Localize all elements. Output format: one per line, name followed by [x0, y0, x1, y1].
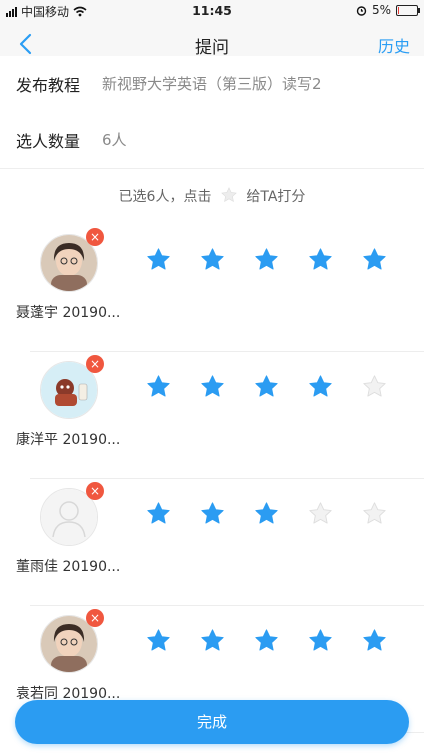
battery-percent: 5% — [371, 3, 391, 17]
battery-icon — [396, 4, 420, 16]
student-avatar: × — [40, 609, 104, 673]
rating-hint: 已选6人，点击 给TA打分 — [0, 186, 424, 206]
star-filled-icon[interactable] — [253, 246, 280, 273]
star-outline-icon — [221, 187, 237, 202]
remove-student-icon[interactable]: × — [86, 482, 104, 500]
student-name: 董雨佳 20190... — [16, 559, 121, 575]
star-filled-icon[interactable] — [253, 500, 280, 527]
star-filled-icon[interactable] — [361, 246, 388, 273]
done-button[interactable]: 完成 — [15, 700, 409, 744]
selection-value: 6人 — [102, 131, 127, 149]
page-title: 提问 — [195, 38, 229, 58]
star-filled-icon[interactable] — [307, 627, 334, 654]
star-empty-icon[interactable] — [361, 500, 388, 527]
status-bar: 中国移动 11:45 5% — [0, 0, 424, 22]
history-button[interactable]: 历史 — [378, 33, 410, 57]
rating-stars — [145, 627, 388, 654]
hint-text-before: 已选6人，点击 — [118, 189, 212, 205]
star-filled-icon[interactable] — [145, 246, 172, 273]
student-avatar: × — [40, 482, 104, 546]
course-row: 发布教程 新视野大学英语（第三版）读写2 — [0, 56, 424, 113]
rating-stars — [145, 500, 388, 527]
student-avatar: × — [40, 355, 104, 419]
student-avatar: × — [40, 228, 104, 292]
star-filled-icon[interactable] — [199, 627, 226, 654]
row-divider — [30, 478, 424, 479]
battery-fill — [398, 6, 399, 14]
row-divider — [30, 605, 424, 606]
remove-student-icon[interactable]: × — [86, 609, 104, 627]
student-name: 聂蓬宇 20190... — [16, 305, 121, 321]
student-row: × 董雨佳 20190... — [0, 480, 424, 606]
star-empty-icon[interactable] — [307, 500, 334, 527]
student-row: × 康洋平 20190... — [0, 353, 424, 479]
rating-stars — [145, 246, 388, 273]
selection-row: 选人数量 6人 — [0, 112, 424, 169]
star-empty-icon[interactable] — [361, 373, 388, 400]
course-value: 新视野大学英语（第三版）读写2 — [102, 75, 322, 93]
rating-stars — [145, 373, 388, 400]
star-filled-icon[interactable] — [145, 627, 172, 654]
star-filled-icon[interactable] — [361, 627, 388, 654]
student-row: × 聂蓬宇 20190... — [0, 226, 424, 352]
status-right: 5% — [356, 3, 420, 17]
star-filled-icon[interactable] — [199, 246, 226, 273]
star-filled-icon[interactable] — [145, 373, 172, 400]
course-label: 发布教程 — [16, 76, 81, 95]
alarm-icon — [356, 5, 367, 16]
star-filled-icon[interactable] — [199, 373, 226, 400]
remove-student-icon[interactable]: × — [86, 355, 104, 373]
star-filled-icon[interactable] — [253, 373, 280, 400]
hint-text-after: 给TA打分 — [246, 189, 306, 205]
star-filled-icon[interactable] — [199, 500, 226, 527]
star-filled-icon[interactable] — [253, 627, 280, 654]
star-filled-icon[interactable] — [307, 246, 334, 273]
star-filled-icon[interactable] — [307, 373, 334, 400]
remove-student-icon[interactable]: × — [86, 228, 104, 246]
selection-label: 选人数量 — [16, 132, 81, 151]
star-filled-icon[interactable] — [145, 500, 172, 527]
student-name: 康洋平 20190... — [16, 432, 121, 448]
row-divider — [30, 351, 424, 352]
